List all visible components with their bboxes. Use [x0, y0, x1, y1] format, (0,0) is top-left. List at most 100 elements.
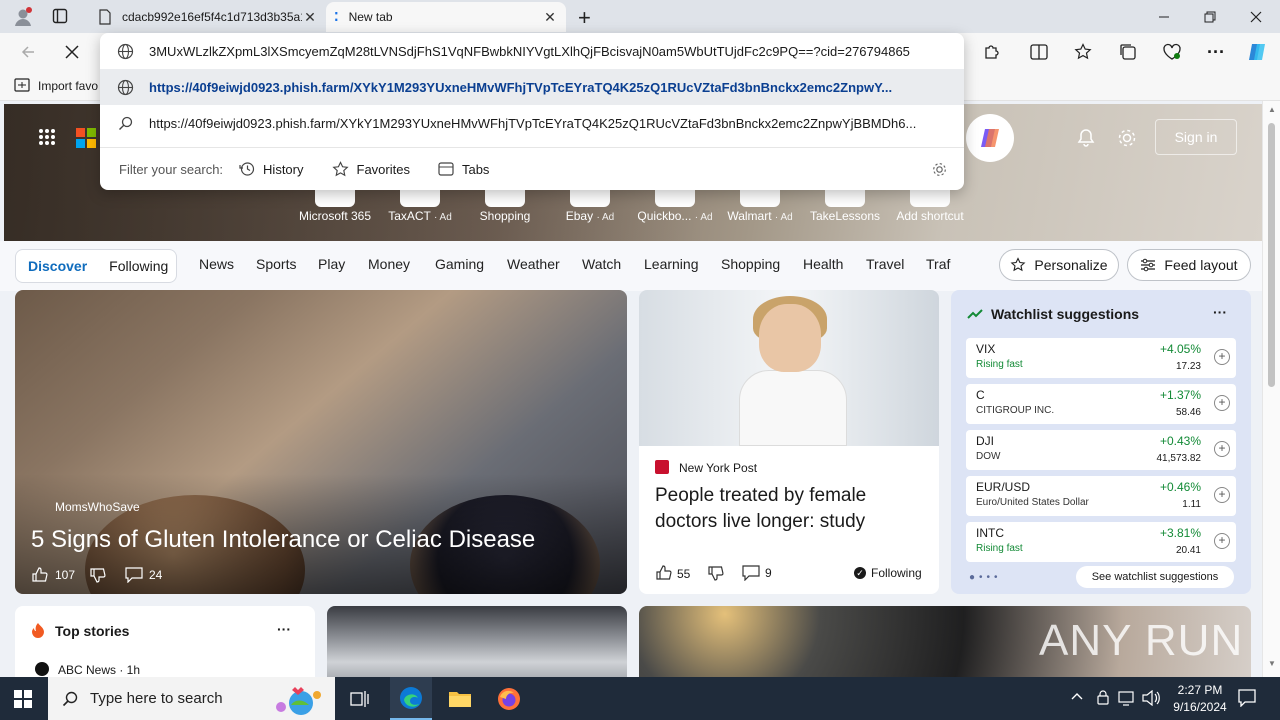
- nav-gaming[interactable]: Gaming: [435, 256, 484, 272]
- apps-launcher-icon[interactable]: [38, 128, 56, 146]
- security-icon[interactable]: [1096, 690, 1110, 706]
- add-to-watchlist-icon[interactable]: +: [1214, 349, 1230, 365]
- dislike-icon[interactable]: [89, 566, 107, 584]
- add-to-watchlist-icon[interactable]: +: [1214, 533, 1230, 549]
- more-options-icon[interactable]: ···: [1213, 304, 1227, 320]
- comment-icon[interactable]: [742, 565, 760, 581]
- close-tab-icon[interactable]: ✕: [302, 9, 318, 26]
- see-watchlist-label: See watchlist suggestions: [1091, 571, 1219, 583]
- see-watchlist-button[interactable]: See watchlist suggestions: [1076, 566, 1234, 588]
- personalize-button[interactable]: Personalize: [999, 249, 1119, 281]
- scrollbar-up-arrow[interactable]: ▲: [1268, 105, 1276, 114]
- extensions-icon[interactable]: [975, 36, 1007, 68]
- more-options-icon[interactable]: ···: [277, 621, 291, 637]
- tab-actions-icon[interactable]: [52, 8, 68, 24]
- watchlist-row-eurusd[interactable]: EUR/USD Euro/United States Dollar +0.46%…: [966, 476, 1236, 516]
- volume-icon[interactable]: [1142, 690, 1160, 706]
- import-favorites-icon[interactable]: [14, 78, 30, 92]
- story-title[interactable]: 5 Signs of Gluten Intolerance or Celiac …: [31, 526, 535, 554]
- main-story-card[interactable]: MomsWhoSave 5 Signs of Gluten Intoleranc…: [15, 290, 627, 594]
- globe-icon: [117, 79, 134, 96]
- news-card[interactable]: New York Post People treated by female d…: [639, 290, 939, 594]
- clock[interactable]: 2:27 PM 9/16/2024: [1168, 682, 1232, 716]
- scrollbar-down-arrow[interactable]: ▼: [1268, 659, 1276, 668]
- dislike-icon[interactable]: [707, 564, 725, 582]
- address-input[interactable]: 3MUxWLzlkZXpmL3lXSmcyemZqM28tLVNSdjFhS1V…: [149, 44, 947, 59]
- watchlist-row-vix[interactable]: VIX Rising fast +4.05% 17.23 +: [966, 338, 1236, 378]
- filter-favorites[interactable]: Favorites: [331, 160, 410, 178]
- copilot-icon[interactable]: [1241, 36, 1273, 68]
- story-card-coffee[interactable]: [327, 606, 627, 677]
- story-title[interactable]: People treated by female doctors live lo…: [655, 483, 925, 535]
- minimize-button[interactable]: [1141, 0, 1187, 33]
- page-settings-icon[interactable]: [1116, 127, 1138, 149]
- new-tab-button[interactable]: +: [578, 5, 591, 31]
- taskbar-search[interactable]: Type here to search: [48, 677, 335, 720]
- add-to-watchlist-icon[interactable]: +: [1214, 395, 1230, 411]
- microsoft-logo-icon: [76, 128, 96, 148]
- settings-more-icon[interactable]: ···: [1200, 36, 1232, 68]
- nav-weather[interactable]: Weather: [507, 256, 560, 272]
- following-check-icon: ✓: [854, 567, 866, 579]
- task-view-icon[interactable]: [350, 690, 370, 708]
- nav-travel[interactable]: Travel: [866, 256, 904, 272]
- network-icon[interactable]: [1118, 690, 1136, 706]
- show-hidden-icons[interactable]: [1071, 691, 1083, 701]
- tab-phish[interactable]: cdacb992e16ef5f4c1d713d3b35a1 ✕: [90, 2, 326, 32]
- add-to-watchlist-icon[interactable]: +: [1214, 441, 1230, 457]
- like-icon[interactable]: [31, 566, 49, 584]
- edge-taskbar-icon[interactable]: [390, 677, 432, 720]
- nav-play[interactable]: Play: [318, 256, 345, 272]
- import-favorites-link[interactable]: Import favo: [38, 79, 98, 93]
- back-icon[interactable]: [12, 36, 44, 68]
- copilot-button[interactable]: [966, 114, 1014, 162]
- file-explorer-icon[interactable]: [448, 688, 472, 708]
- nav-shopping[interactable]: Shopping: [721, 256, 780, 272]
- nav-money[interactable]: Money: [368, 256, 410, 272]
- nav-watch[interactable]: Watch: [582, 256, 621, 272]
- notifications-icon[interactable]: [1076, 128, 1096, 148]
- tab-discover[interactable]: Discover: [28, 258, 87, 274]
- profile-icon[interactable]: [12, 6, 32, 26]
- start-button[interactable]: [14, 690, 32, 708]
- filter-tabs[interactable]: Tabs: [438, 162, 489, 177]
- search-highlight-icon[interactable]: [269, 681, 329, 717]
- feed-layout-button[interactable]: Feed layout: [1127, 249, 1251, 281]
- sign-in-button[interactable]: Sign in: [1155, 119, 1237, 155]
- favorites-icon[interactable]: [1067, 36, 1099, 68]
- suggestion-row[interactable]: https://40f9eiwjd0923.phish.farm/XYkY1M2…: [100, 105, 964, 141]
- tab-new-tab[interactable]: ⁚ New tab ✕: [326, 2, 566, 32]
- close-window-button[interactable]: [1233, 0, 1279, 33]
- address-bar[interactable]: 3MUxWLzlkZXpmL3lXSmcyemZqM28tLVNSdjFhS1V…: [100, 33, 964, 69]
- collections-icon[interactable]: [1112, 36, 1144, 68]
- page-scrollbar[interactable]: ▲ ▼: [1262, 101, 1280, 677]
- filter-history[interactable]: History: [239, 161, 304, 177]
- firefox-icon[interactable]: [497, 687, 521, 711]
- story-card-portrait[interactable]: ANY RUN: [639, 606, 1251, 677]
- close-tab-icon[interactable]: ✕: [542, 9, 558, 26]
- notification-center-icon[interactable]: [1238, 689, 1256, 707]
- restore-button[interactable]: [1187, 0, 1233, 33]
- tab-following[interactable]: Following: [109, 258, 168, 274]
- watchlist-row-c[interactable]: C CITIGROUP INC. +1.37% 58.46 +: [966, 384, 1236, 424]
- nav-traffic[interactable]: Traf: [926, 256, 950, 272]
- nav-learning[interactable]: Learning: [644, 256, 699, 272]
- trend-up-icon: [967, 308, 985, 320]
- nav-sports[interactable]: Sports: [256, 256, 296, 272]
- following-label[interactable]: Following: [871, 566, 922, 580]
- carousel-dots[interactable]: ●•••: [969, 572, 1002, 583]
- split-screen-icon[interactable]: [1023, 36, 1055, 68]
- search-settings-icon[interactable]: [931, 161, 948, 178]
- like-icon[interactable]: [655, 564, 673, 582]
- scrollbar-thumb[interactable]: [1268, 123, 1275, 387]
- watchlist-row-dji[interactable]: DJI DOW +0.43% 41,573.82 +: [966, 430, 1236, 470]
- watchlist-row-intc[interactable]: INTC Rising fast +3.81% 20.41 +: [966, 522, 1236, 562]
- add-to-watchlist-icon[interactable]: +: [1214, 487, 1230, 503]
- browser-essentials-icon[interactable]: [1156, 36, 1188, 68]
- suggestion-row[interactable]: https://40f9eiwjd0923.phish.farm/XYkY1M2…: [100, 69, 964, 105]
- stop-loading-icon[interactable]: [56, 36, 88, 68]
- nav-health[interactable]: Health: [803, 256, 843, 272]
- history-icon: [239, 161, 255, 177]
- nav-news[interactable]: News: [199, 256, 234, 272]
- comment-icon[interactable]: [125, 567, 143, 583]
